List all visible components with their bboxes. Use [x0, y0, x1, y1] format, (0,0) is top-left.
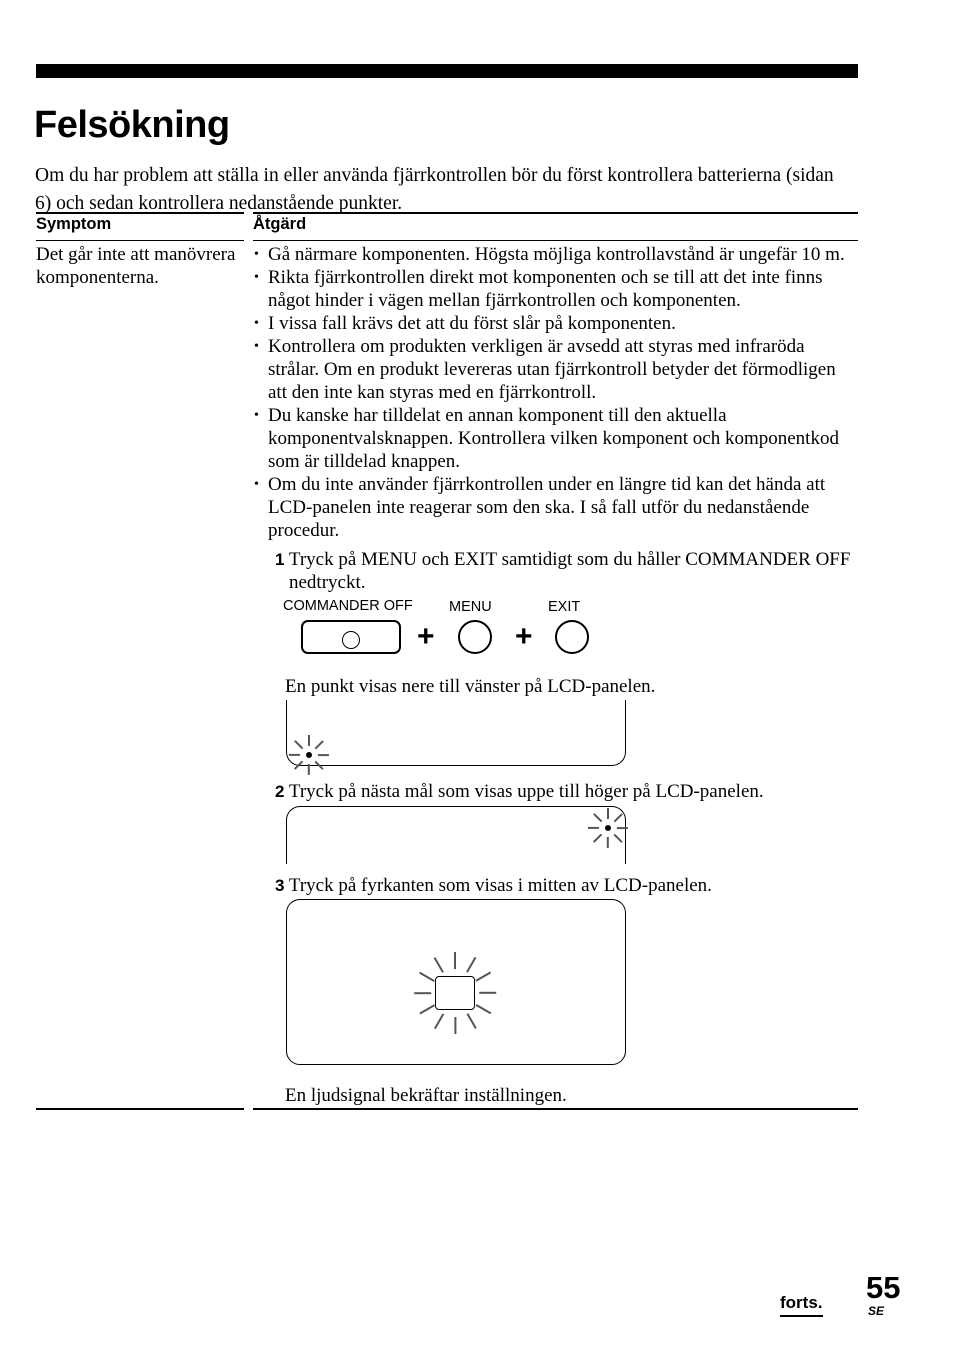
step-2: 2 Tryck på nästa mål som visas uppe till…: [275, 780, 874, 803]
button-combination-diagram: COMMANDER OFF MENU EXIT + +: [283, 598, 613, 664]
page-title: Felsökning: [34, 104, 230, 147]
title-rule-bar: [36, 64, 858, 78]
step-1-text: Tryck på MENU och EXIT samtidigt som du …: [288, 549, 851, 593]
caption-after-step-3: En ljudsignal bekräftar inställningen.: [285, 1085, 567, 1106]
commander-off-label: COMMANDER OFF: [283, 598, 413, 614]
table-bottom-rule-left: [36, 1108, 244, 1110]
menu-button-icon: [458, 620, 492, 654]
table-top-rule-left: [36, 212, 244, 215]
plus-sign-1: +: [417, 620, 435, 653]
table-header-rule-right: [253, 240, 858, 242]
column-header-action: Åtgärd: [253, 215, 307, 233]
list-item: Kontrollera om produkten verkligen är av…: [253, 335, 858, 404]
column-header-symptom: Symptom: [36, 215, 112, 233]
table-top-rule-right: [253, 212, 858, 215]
intro-paragraph: Om du har problem att ställa in eller an…: [35, 164, 834, 214]
step-3-number: 3: [275, 876, 285, 895]
lcd-panel-illustration-1: [286, 700, 626, 766]
blinking-square-center-icon: [414, 952, 497, 1034]
list-item: Rikta fjärrkontrollen direkt mot kompone…: [253, 266, 858, 312]
continued-label: forts.: [780, 1293, 823, 1317]
step-2-number: 2: [275, 782, 285, 801]
exit-button-icon: [555, 620, 589, 654]
exit-label: EXIT: [548, 599, 581, 615]
menu-label: MENU: [449, 599, 492, 615]
action-bullet-list: Gå närmare komponenten. Högsta möjliga k…: [253, 243, 858, 542]
list-item: Gå närmare komponenten. Högsta möjliga k…: [253, 243, 858, 266]
step-3: 3 Tryck på fyrkanten som visas i mitten …: [275, 874, 874, 897]
list-item: Om du inte använder fjärrkontrollen unde…: [253, 473, 858, 542]
lcd-panel-illustration-2: [286, 806, 626, 864]
step-2-text: Tryck på nästa mål som visas uppe till h…: [288, 781, 764, 802]
blinking-dot-top-right-icon: [588, 808, 629, 848]
caption-after-step-1: En punkt visas nere till vänster på LCD-…: [285, 676, 656, 697]
plus-sign-2: +: [515, 620, 533, 653]
step-3-text: Tryck på fyrkanten som visas i mitten av…: [288, 875, 712, 896]
step-1-number: 1: [275, 550, 285, 569]
list-item: I vissa fall krävs det att du först slår…: [253, 312, 858, 335]
commander-off-inner-circle-icon: [342, 631, 360, 649]
step-1: 1 Tryck på MENU och EXIT samtidigt som d…: [275, 548, 874, 594]
table-header-rule-left: [36, 240, 244, 242]
blinking-dot-bottom-left-icon: [289, 735, 330, 775]
document-page: Felsökning Om du har problem att ställa …: [0, 0, 954, 1357]
language-code: SE: [868, 1304, 885, 1318]
list-item: Du kanske har tilldelat en annan kompone…: [253, 404, 858, 473]
commander-off-button-icon: [301, 620, 401, 654]
symptom-cell: Det går inte att manövrera komponenterna…: [36, 244, 236, 288]
table-bottom-rule-right: [253, 1108, 858, 1110]
page-number: 55: [866, 1270, 901, 1305]
action-cell: Gå närmare komponenten. Högsta möjliga k…: [253, 243, 858, 542]
